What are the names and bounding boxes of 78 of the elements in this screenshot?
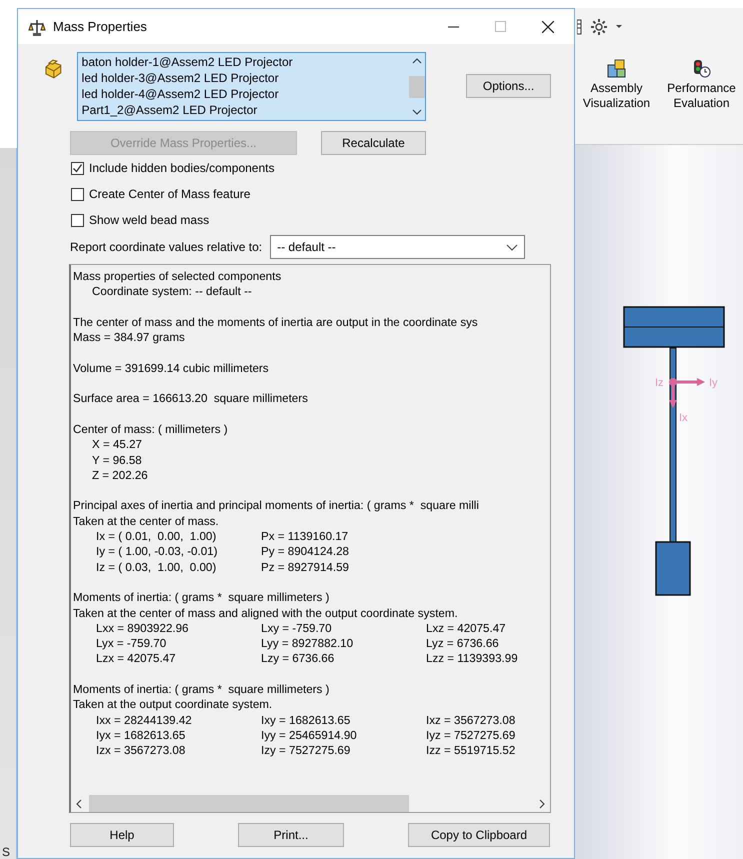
report-value: Ixx = 28244139.42 [96, 712, 193, 728]
report-value: Izz = 5519715.52 [426, 743, 516, 758]
blocks-icon [606, 58, 627, 79]
report-line: Y = 96.58 [91, 452, 143, 468]
window-title: Mass Properties [53, 19, 148, 34]
scroll-thumb[interactable] [408, 76, 425, 98]
report-line: Moments of inertia: ( grams * square millimeters ) [73, 590, 330, 606]
report-line: Principal axes of inertia and principal moments of inertia: ( grams * square milli [73, 498, 480, 514]
scroll-thumb[interactable] [89, 795, 409, 812]
report-value: Iyx = 1682613.65 [96, 728, 186, 744]
report-value: Lxz = 42075.47 [426, 620, 507, 636]
axis-label: Iz [655, 377, 664, 389]
list-item[interactable]: Part1_2@Assem2 LED Projector [82, 102, 404, 118]
caret-icon[interactable] [616, 25, 622, 28]
part-icon [43, 58, 64, 79]
scale-icon [28, 18, 46, 36]
report-value: Lyy = 8927882.10 [261, 636, 354, 652]
ribbon-button[interactable]: Performance Evaluation [660, 58, 743, 144]
report-line: Taken at the center of mass. [73, 514, 220, 530]
report-value: Lxx = 8903922.96 [96, 620, 190, 636]
component-list[interactable]: baton holder-1@Assem2 LED Projector led holder-3@Assem2 LED Projector led holder-4@Assem2 LED Projector Part1_2@Assem2 LED Projector [76, 52, 426, 121]
report-line: Mass properties of selected components [73, 269, 282, 284]
report-value: Iyy = 25465914.90 [261, 728, 358, 744]
caret-icon[interactable] [506, 244, 518, 250]
report-line: Center of mass: ( millimeters ) [73, 422, 229, 438]
report-value: Pz = 8927914.59 [261, 560, 350, 575]
report-value: Lzx = 42075.47 [96, 651, 177, 667]
report-value: Iyz = 7527275.69 [426, 728, 516, 744]
checkbox[interactable] [71, 214, 84, 226]
recalculate-button[interactable]: Recalculate [321, 131, 426, 155]
base-block [655, 541, 691, 596]
report-line: Coordinate system: -- default -- [91, 284, 253, 300]
report-value: Iy = ( 1.00, -0.03, -0.01) [96, 544, 218, 560]
report-line: Mass = 384.97 grams [73, 330, 186, 346]
report-value: Px = 1139160.17 [261, 529, 350, 544]
report-line: Moments of inertia: ( grams * square millimeters ) [73, 682, 330, 698]
toolbar-icon[interactable] [577, 18, 582, 34]
report-value: Izy = 7527275.69 [261, 743, 352, 758]
stopwatch-icon [691, 58, 712, 79]
report-value: Ixy = 1682613.65 [261, 712, 352, 728]
coordinate-label: Report coordinate values relative to: [70, 240, 262, 254]
report-line: Taken at the output coordinate system. [73, 697, 274, 713]
list-item[interactable]: baton holder-1@Assem2 LED Projector [82, 54, 404, 70]
axis-label: Iy [709, 377, 718, 389]
checkbox[interactable] [71, 162, 84, 174]
report-line: X = 45.27 [91, 437, 143, 453]
report-value: Izx = 3567273.08 [96, 743, 186, 758]
report-value: Ixz = 3567273.08 [426, 712, 516, 728]
axis-triad [669, 378, 705, 408]
report-value: Lyz = 6736.66 [426, 636, 500, 652]
coordinate-dropdown[interactable]: -- default -- [270, 235, 526, 259]
footer-button[interactable]: Help [70, 823, 174, 847]
list-item[interactable]: led holder-3@Assem2 LED Projector [82, 70, 404, 86]
report-line: Taken at the center of mass and aligned with the output coordinate system. [73, 606, 459, 621]
report-value: Py = 8904124.28 [261, 544, 350, 560]
checkbox-label[interactable]: Include hidden bodies/components [89, 161, 274, 175]
report-line: Z = 202.26 [91, 468, 149, 484]
settings-icon[interactable] [590, 18, 608, 36]
report-value: Lzz = 1139393.99 [426, 651, 519, 667]
report-line: Surface area = 166613.20 square millimeters [73, 391, 309, 407]
report-value: Ix = ( 0.01, 0.00, 1.00) [96, 529, 218, 544]
options-button[interactable]: Options... [466, 74, 551, 98]
checkbox-label[interactable]: Show weld bead mass [89, 213, 210, 227]
report-value: Lyx = -759.70 [96, 636, 168, 652]
footer-button[interactable]: Print... [238, 823, 344, 847]
status-text: S [1, 845, 12, 859]
checkbox[interactable] [71, 188, 84, 200]
report-line: The center of mass and the moments of inertia are output in the coordinate sys [73, 314, 479, 330]
axis-label: Ix [679, 412, 688, 424]
list-item[interactable]: led holder-4@Assem2 LED Projector [82, 86, 404, 102]
close-icon[interactable] [542, 20, 554, 32]
checkbox-label[interactable]: Create Center of Mass feature [89, 187, 250, 201]
report-value: Lzy = 6736.66 [261, 651, 336, 667]
report-value: Iz = ( 0.03, 1.00, 0.00) [96, 560, 218, 575]
ribbon-button[interactable]: Assembly Visualization [575, 58, 658, 144]
footer-button[interactable]: Copy to Clipboard [408, 823, 550, 847]
report-line: Volume = 391699.14 cubic millimeters [73, 360, 270, 376]
report-value: Lxy = -759.70 [261, 620, 333, 636]
